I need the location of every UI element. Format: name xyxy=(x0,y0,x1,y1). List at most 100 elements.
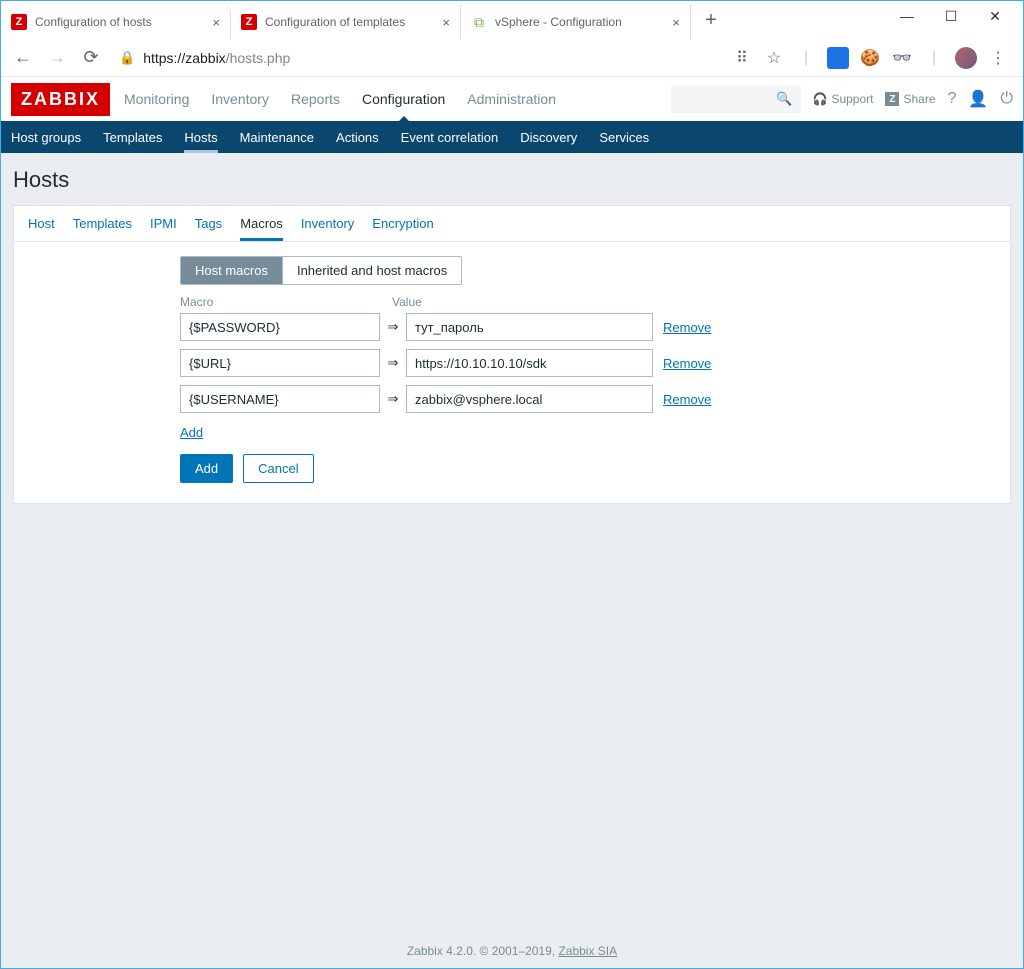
address-bar: ← → ⟳ 🔒 https://zabbix/hosts.php ⠿ ☆ | ↑… xyxy=(1,39,1023,77)
nav-monitoring[interactable]: Monitoring xyxy=(124,77,189,121)
tab-ipmi[interactable]: IPMI xyxy=(150,206,177,241)
tab-title: vSphere - Configuration xyxy=(495,15,622,29)
nav-inventory[interactable]: Inventory xyxy=(211,77,269,121)
browser-window: Z Configuration of hosts × Z Configurati… xyxy=(0,0,1024,969)
close-tab-icon[interactable]: × xyxy=(672,15,680,30)
nav-administration[interactable]: Administration xyxy=(467,77,556,121)
share-link[interactable]: ZShare xyxy=(885,92,935,106)
extension-icon[interactable]: ↑ xyxy=(827,47,849,69)
zabbix-header: ZABBIX Monitoring Inventory Reports Conf… xyxy=(1,77,1023,121)
remove-link[interactable]: Remove xyxy=(663,392,711,407)
column-headers: Macro Value xyxy=(180,295,996,309)
url-host: https://zabbix xyxy=(143,50,226,66)
help-icon[interactable]: ? xyxy=(948,90,957,108)
titlebar: Z Configuration of hosts × Z Configurati… xyxy=(1,1,1023,39)
tab-title: Configuration of hosts xyxy=(35,15,152,29)
subnav-actions[interactable]: Actions xyxy=(336,121,379,153)
close-tab-icon[interactable]: × xyxy=(212,15,220,30)
toolbar-icons: ⠿ ☆ | ↑ 🍪 👓 | ⋮ xyxy=(725,47,1015,69)
arrow-icon: ⇒ xyxy=(386,319,400,335)
bookmark-icon[interactable]: ☆ xyxy=(763,47,785,69)
remove-link[interactable]: Remove xyxy=(663,356,711,371)
incognito-extension-icon[interactable]: 👓 xyxy=(891,47,913,69)
url-input[interactable]: 🔒 https://zabbix/hosts.php xyxy=(111,43,719,73)
close-window-icon[interactable]: ✕ xyxy=(973,1,1017,31)
col-macro: Macro xyxy=(180,295,382,309)
page-body: Hosts Host Templates IPMI Tags Macros In… xyxy=(1,153,1023,518)
cancel-button[interactable]: Cancel xyxy=(243,454,313,483)
support-link[interactable]: 🎧Support xyxy=(813,92,874,106)
arrow-icon: ⇒ xyxy=(386,355,400,371)
macro-value-input[interactable] xyxy=(406,349,653,377)
share-icon: Z xyxy=(885,92,899,106)
zabbix-favicon-icon: Z xyxy=(241,14,257,30)
sub-nav: Host groups Templates Hosts Maintenance … xyxy=(1,121,1023,153)
subnav-hostgroups[interactable]: Host groups xyxy=(11,121,81,153)
macro-name-input[interactable] xyxy=(180,385,380,413)
nav-configuration[interactable]: Configuration xyxy=(362,77,445,121)
macro-value-input[interactable] xyxy=(406,385,653,413)
browser-tab[interactable]: Z Configuration of templates × xyxy=(231,5,461,39)
browser-tab-active[interactable]: Z Configuration of hosts × xyxy=(1,5,231,39)
macro-mode-toggle: Host macros Inherited and host macros xyxy=(180,256,462,285)
user-icon[interactable]: 👤 xyxy=(968,89,988,109)
zabbix-logo[interactable]: ZABBIX xyxy=(11,83,110,116)
subnav-eventcorr[interactable]: Event correlation xyxy=(401,121,499,153)
macro-row: ⇒ Remove xyxy=(180,349,996,377)
headset-icon: 🎧 xyxy=(813,92,828,106)
power-icon[interactable]: ⏻ xyxy=(1000,90,1013,108)
url-path: /hosts.php xyxy=(226,50,291,66)
browser-tab[interactable]: ⧉ vSphere - Configuration × xyxy=(461,5,691,39)
col-value: Value xyxy=(392,295,422,309)
host-macros-button[interactable]: Host macros xyxy=(181,257,282,284)
add-button[interactable]: Add xyxy=(180,454,233,483)
menu-icon[interactable]: ⋮ xyxy=(987,47,1009,69)
subnav-discovery[interactable]: Discovery xyxy=(520,121,577,153)
nav-reports[interactable]: Reports xyxy=(291,77,340,121)
back-button[interactable]: ← xyxy=(9,44,37,72)
search-icon: 🔍 xyxy=(776,91,792,107)
macros-form: Host macros Inherited and host macros Ma… xyxy=(14,242,1010,503)
subnav-maintenance[interactable]: Maintenance xyxy=(240,121,314,153)
main-nav: Monitoring Inventory Reports Configurati… xyxy=(124,77,556,121)
subnav-templates[interactable]: Templates xyxy=(103,121,162,153)
tab-host[interactable]: Host xyxy=(28,206,55,241)
profile-avatar[interactable] xyxy=(955,47,977,69)
page-content: ZABBIX Monitoring Inventory Reports Conf… xyxy=(1,77,1023,968)
footer-link[interactable]: Zabbix SIA xyxy=(558,944,617,958)
subnav-hosts[interactable]: Hosts xyxy=(184,121,217,153)
lock-icon: 🔒 xyxy=(119,50,135,66)
separator: | xyxy=(923,47,945,69)
close-tab-icon[interactable]: × xyxy=(442,15,450,30)
tab-title: Configuration of templates xyxy=(265,15,405,29)
browser-tabs: Z Configuration of hosts × Z Configurati… xyxy=(1,1,885,39)
minimize-icon[interactable]: — xyxy=(885,1,929,31)
vsphere-favicon-icon: ⧉ xyxy=(471,14,487,30)
separator: | xyxy=(795,47,817,69)
macro-name-input[interactable] xyxy=(180,349,380,377)
subnav-services[interactable]: Services xyxy=(599,121,649,153)
tab-templates[interactable]: Templates xyxy=(73,206,132,241)
macro-value-input[interactable] xyxy=(406,313,653,341)
reload-button[interactable]: ⟳ xyxy=(77,44,105,72)
new-tab-button[interactable]: + xyxy=(697,6,725,34)
tab-tags[interactable]: Tags xyxy=(195,206,222,241)
translate-icon[interactable]: ⠿ xyxy=(731,47,753,69)
form-buttons: Add Cancel xyxy=(180,454,996,483)
tab-encryption[interactable]: Encryption xyxy=(372,206,433,241)
tab-macros[interactable]: Macros xyxy=(240,206,283,241)
search-input[interactable]: 🔍 xyxy=(671,85,801,113)
macro-name-input[interactable] xyxy=(180,313,380,341)
inherited-macros-button[interactable]: Inherited and host macros xyxy=(282,257,461,284)
cookie-extension-icon[interactable]: 🍪 xyxy=(859,47,881,69)
maximize-icon[interactable]: ☐ xyxy=(929,1,973,31)
footer: Zabbix 4.2.0. © 2001–2019, Zabbix SIA xyxy=(1,936,1023,968)
add-macro-link[interactable]: Add xyxy=(180,425,203,440)
remove-link[interactable]: Remove xyxy=(663,320,711,335)
window-controls: — ☐ ✕ xyxy=(885,1,1023,31)
tab-inventory[interactable]: Inventory xyxy=(301,206,354,241)
macro-row: ⇒ Remove xyxy=(180,385,996,413)
header-right: 🔍 🎧Support ZShare ? 👤 ⏻ xyxy=(671,85,1014,113)
zabbix-favicon-icon: Z xyxy=(11,14,27,30)
forward-button[interactable]: → xyxy=(43,44,71,72)
